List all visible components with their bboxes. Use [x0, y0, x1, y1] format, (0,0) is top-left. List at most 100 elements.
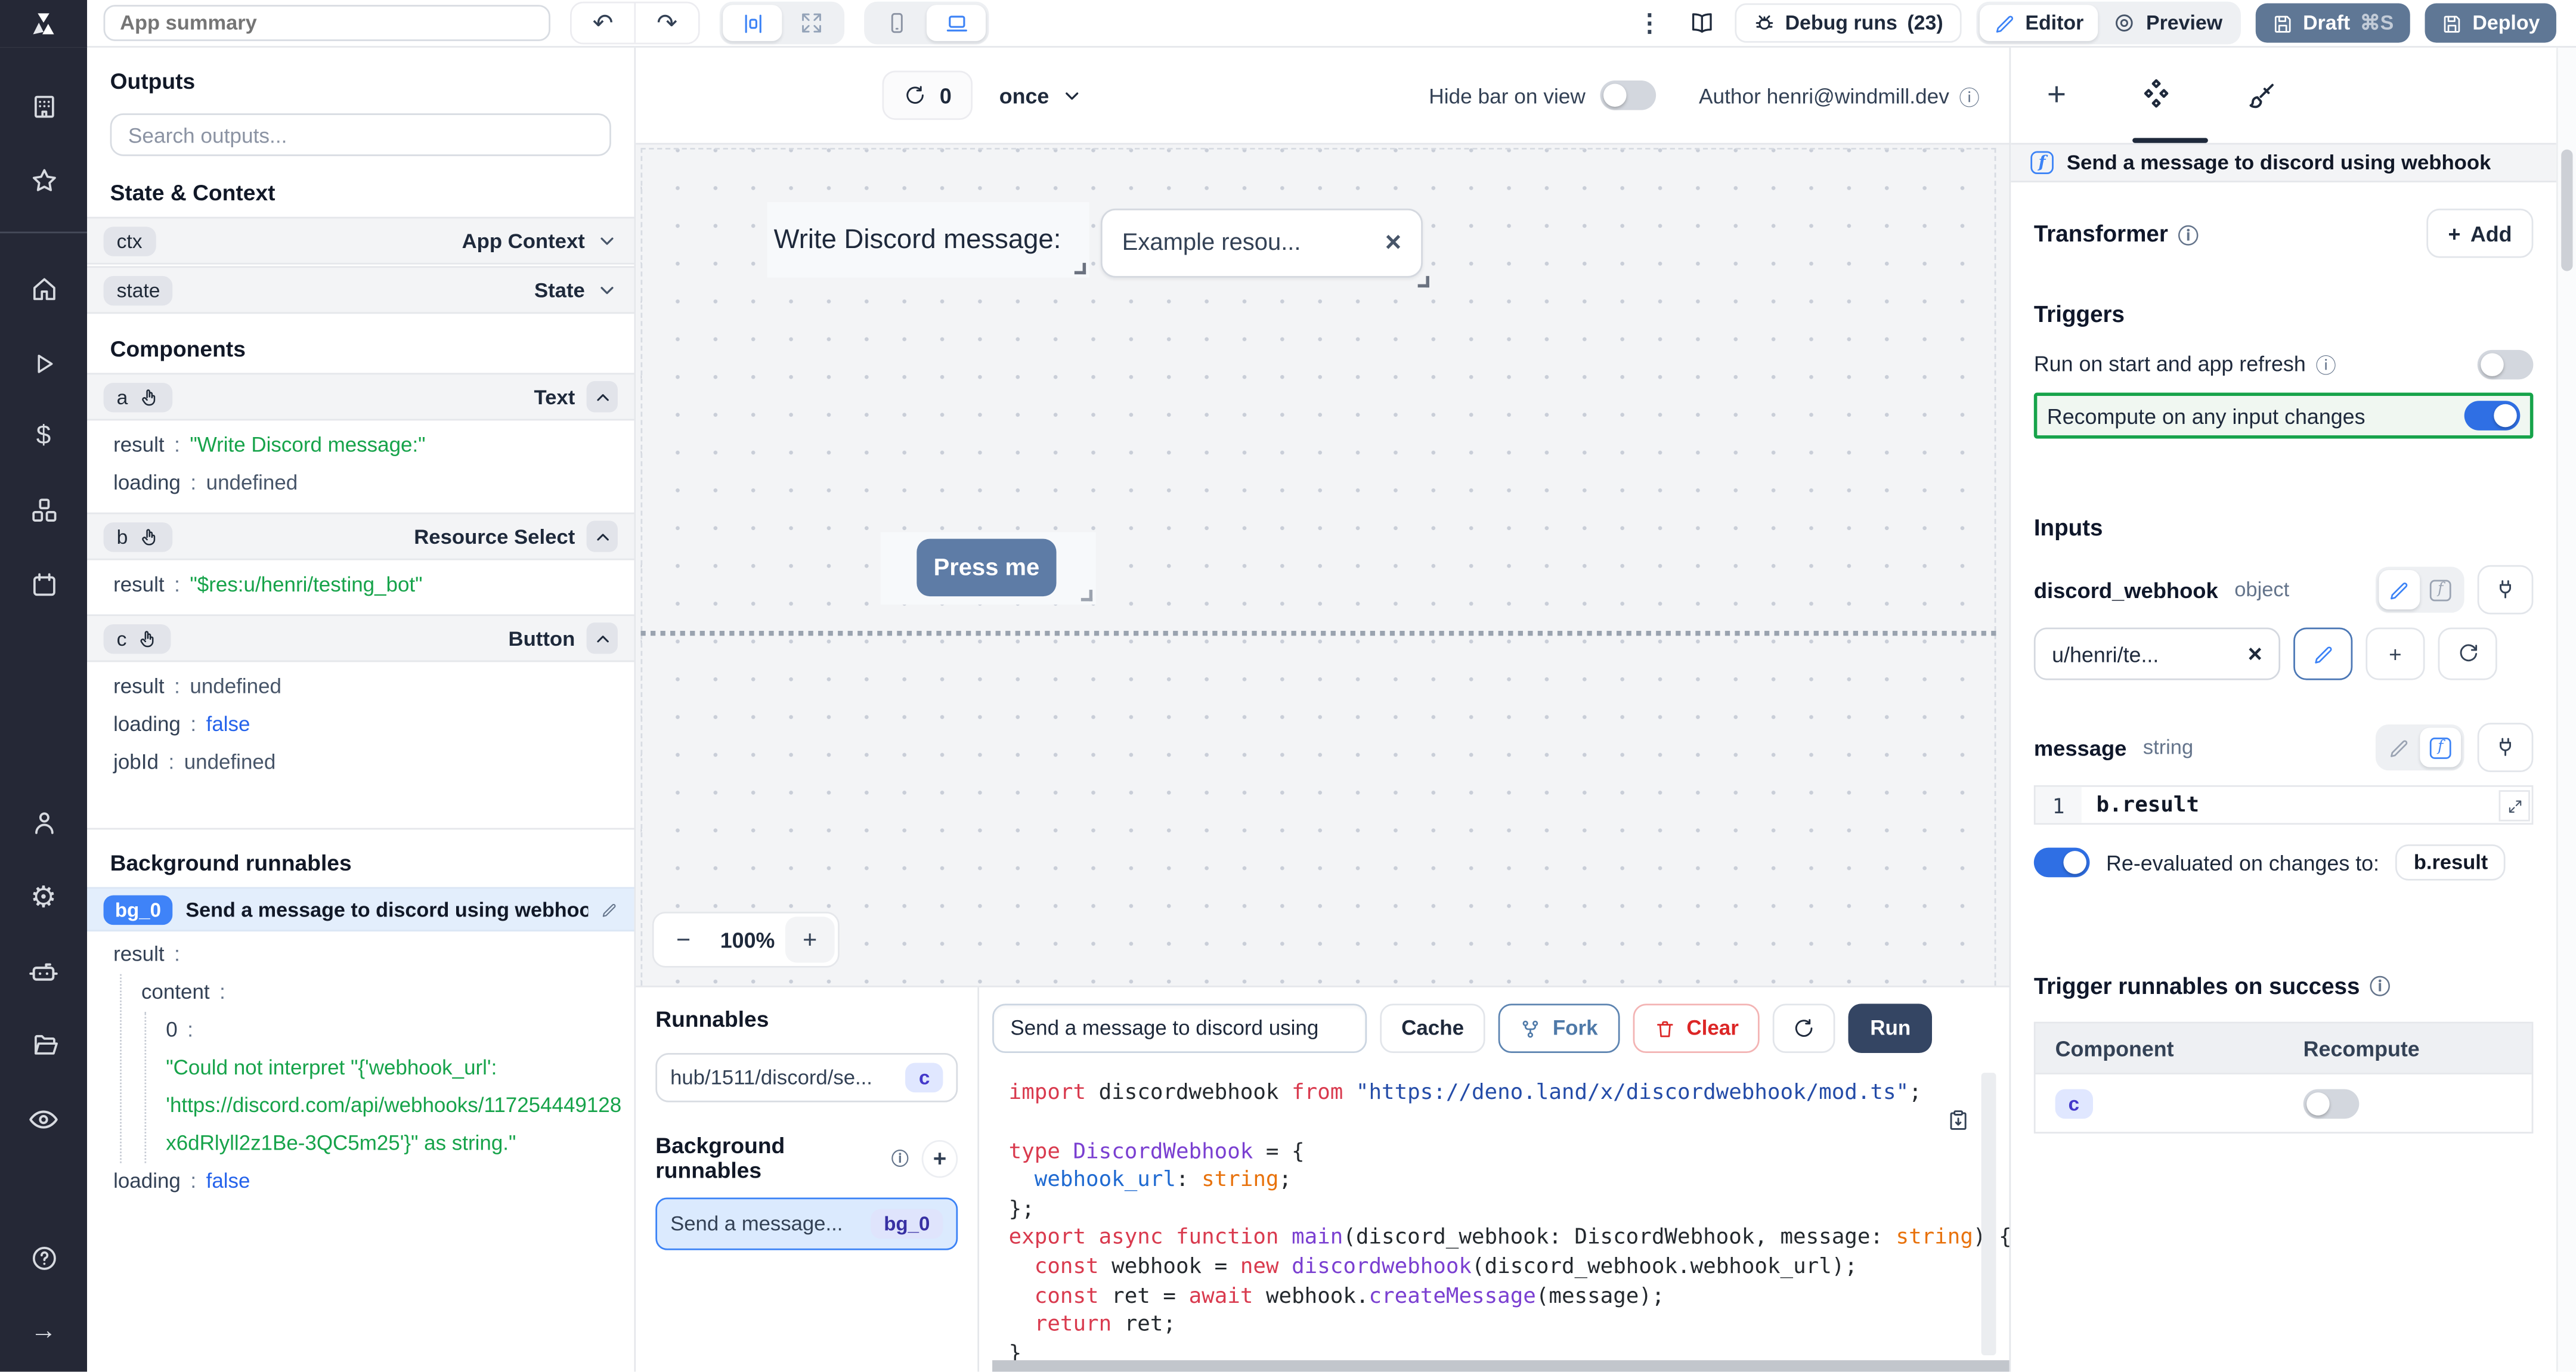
resize-handle[interactable] — [1418, 276, 1429, 287]
zoom-out-button[interactable]: − — [657, 926, 710, 954]
collapse-rail-button[interactable]: → — [27, 1317, 60, 1349]
run-button[interactable]: Run — [1849, 1004, 1932, 1054]
nav-resources-button[interactable] — [27, 494, 60, 527]
nav-users-button[interactable] — [27, 807, 60, 840]
edit-resource-button[interactable] — [2293, 627, 2352, 680]
deploy-button[interactable]: Deploy — [2425, 4, 2556, 43]
mobile-view-button[interactable] — [868, 5, 927, 41]
app-canvas[interactable]: Write Discord message: Example resou... … — [636, 143, 2009, 986]
info-icon[interactable]: ⓘ — [2315, 348, 2336, 379]
add-transformer-button[interactable]: + Add — [2427, 209, 2534, 258]
page-scrollbar[interactable] — [2556, 48, 2576, 1372]
text-component[interactable]: Write Discord message: — [767, 202, 1089, 278]
scrollbar-thumb[interactable] — [2561, 150, 2572, 271]
runnable-name-input[interactable] — [992, 1004, 1367, 1054]
message-expression-editor[interactable]: 1 b.result — [2034, 785, 2534, 825]
eval-mode-button[interactable]: f — [2420, 570, 2461, 609]
frequency-dropdown[interactable]: once — [999, 83, 1082, 107]
more-menu-button[interactable]: ⋮ — [1631, 8, 1668, 38]
redo-button[interactable]: ↷ — [636, 4, 698, 43]
fork-button[interactable]: Fork — [1498, 1004, 1620, 1054]
app-summary-input[interactable] — [104, 5, 550, 41]
recompute-toggle[interactable] — [2464, 401, 2521, 431]
eval-mode-button[interactable]: f — [2420, 728, 2461, 767]
nav-workers-button[interactable] — [27, 955, 60, 988]
code-editor[interactable]: import discordwebhook from "https://deno… — [992, 1070, 2009, 1372]
nav-variables-button[interactable]: $ — [27, 420, 60, 453]
static-mode-button[interactable] — [2379, 728, 2420, 767]
input1-connect-button[interactable] — [2478, 565, 2534, 615]
tab-editor[interactable]: Editor — [1979, 5, 2098, 41]
static-mode-button[interactable] — [2379, 570, 2420, 609]
info-icon[interactable]: ⓘ — [1959, 80, 1979, 111]
chevron-up-icon[interactable] — [587, 521, 618, 552]
nav-workspace-button[interactable] — [27, 91, 60, 123]
nav-folders-button[interactable] — [27, 1029, 60, 1062]
info-icon[interactable]: ⓘ — [2370, 970, 2390, 1001]
bg-runnable-item-selected[interactable]: Send a message... bg_0 — [655, 1198, 958, 1251]
background-runnable-row[interactable]: bg_0 Send a message to discord using web… — [87, 887, 634, 931]
output-row-state[interactable]: state State — [87, 266, 634, 314]
row-recompute-toggle[interactable] — [2303, 1088, 2360, 1118]
nav-schedules-button[interactable] — [27, 568, 60, 601]
add-resource-button[interactable]: + — [2366, 627, 2425, 680]
chevron-down-icon[interactable] — [596, 230, 618, 252]
state-context-title: State & Context — [87, 159, 634, 216]
docs-button[interactable] — [1683, 10, 1720, 36]
reeval-target-pill[interactable]: b.result — [2396, 844, 2506, 881]
refresh-counter-button[interactable]: 0 — [882, 70, 973, 120]
nav-home-button[interactable] — [27, 272, 60, 305]
tab-insert-component[interactable]: + — [2047, 76, 2066, 114]
tab-styling[interactable] — [2245, 80, 2276, 111]
info-icon[interactable]: ⓘ — [2178, 218, 2198, 249]
code-horizontal-scrollbar[interactable] — [992, 1361, 2009, 1372]
draft-button[interactable]: Draft ⌘S — [2255, 4, 2410, 43]
info-icon[interactable]: ⓘ — [891, 1147, 909, 1171]
expand-editor-button[interactable] — [2499, 790, 2530, 821]
copy-code-icon[interactable] — [1947, 1110, 1970, 1133]
chevron-up-icon[interactable] — [587, 622, 618, 654]
debug-runs-button[interactable]: Debug runs (23) — [1734, 4, 1961, 43]
resize-handle[interactable] — [1075, 263, 1086, 274]
clear-resource-icon[interactable]: × — [2248, 640, 2262, 668]
refresh-resource-button[interactable] — [2438, 627, 2497, 680]
windmill-logo[interactable] — [0, 0, 87, 47]
component-row-b[interactable]: b Resource Select — [87, 513, 634, 560]
edit-pencil-icon[interactable] — [601, 901, 618, 918]
centered-layout-button[interactable] — [723, 5, 782, 41]
button-component[interactable]: Press me — [881, 532, 1096, 605]
component-row-a[interactable]: a Text — [87, 373, 634, 420]
add-bg-runnable-button[interactable]: + — [922, 1140, 958, 1178]
resize-handle[interactable] — [1081, 590, 1092, 601]
refresh-code-button[interactable] — [1773, 1004, 1836, 1054]
nav-audit-button[interactable] — [27, 1103, 60, 1136]
output-row-ctx[interactable]: ctx App Context — [87, 217, 634, 265]
nav-settings-button[interactable]: ⚙ — [27, 881, 60, 914]
tab-component-settings[interactable] — [2138, 78, 2173, 113]
input2-connect-button[interactable] — [2478, 723, 2534, 772]
desktop-view-button[interactable] — [927, 5, 986, 41]
press-me-button[interactable]: Press me — [917, 539, 1056, 596]
fullscreen-button[interactable] — [782, 5, 841, 41]
component-row-c[interactable]: c Button — [87, 614, 634, 662]
code-vertical-scrollbar[interactable] — [1981, 1073, 1996, 1356]
resource-picker[interactable]: u/henri/te... × — [2034, 627, 2280, 680]
undo-button[interactable]: ↶ — [572, 4, 634, 43]
tab-preview[interactable]: Preview — [2098, 5, 2237, 41]
chevron-down-icon[interactable] — [596, 279, 618, 301]
runnable-item[interactable]: hub/1511/discord/se... c — [655, 1054, 958, 1103]
resource-select-component[interactable]: Example resou... × — [1101, 209, 1433, 291]
hide-bar-toggle[interactable] — [1600, 80, 1657, 110]
run-on-start-toggle[interactable] — [2478, 349, 2534, 379]
search-outputs-input[interactable] — [110, 113, 611, 156]
chevron-up-icon[interactable] — [587, 381, 618, 412]
zoom-in-button[interactable]: + — [785, 916, 835, 962]
help-button[interactable] — [27, 1243, 60, 1275]
cache-button[interactable]: Cache — [1380, 1004, 1485, 1054]
undo-icon: ↶ — [593, 8, 614, 38]
clear-selection-icon[interactable]: × — [1385, 227, 1401, 259]
nav-runs-button[interactable] — [27, 346, 60, 379]
nav-favorites-button[interactable] — [27, 165, 60, 197]
clear-button[interactable]: Clear — [1632, 1004, 1760, 1054]
reeval-toggle[interactable] — [2034, 848, 2090, 878]
